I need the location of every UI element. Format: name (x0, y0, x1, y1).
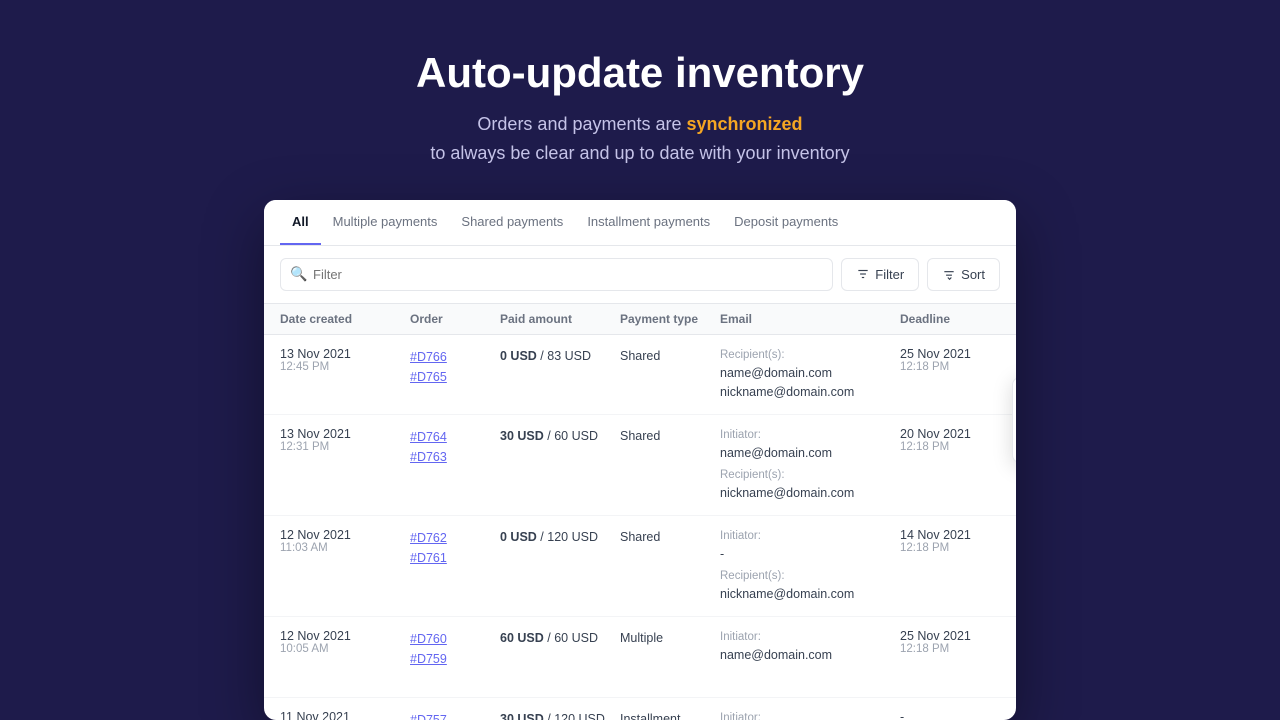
search-wrap: 🔍 (280, 258, 833, 291)
cell-order: #D757#D758 (410, 710, 500, 720)
cell-order: #D766#D765 (410, 347, 500, 387)
cell-paid: 30 USD / 120 USD (500, 710, 620, 720)
table-row: 11 Nov 202112:18 PM#D757#D75830 USD / 12… (264, 698, 1016, 720)
order-link[interactable]: #D757 (410, 710, 500, 720)
table-body: 13 Nov 202112:45 PM#D766#D7650 USD / 83 … (264, 335, 1016, 720)
order-link[interactable]: #D765 (410, 367, 500, 387)
cell-date: 13 Nov 202112:31 PM (280, 427, 410, 453)
hero-section: Auto-update inventory Orders and payment… (416, 0, 864, 200)
table-row: 13 Nov 202112:45 PM#D766#D7650 USD / 83 … (264, 335, 1016, 415)
order-link[interactable]: #D760 (410, 629, 500, 649)
tabs-bar: All Multiple payments Shared payments In… (264, 200, 1016, 246)
tab-installment[interactable]: Installment payments (575, 200, 722, 245)
cell-date: 12 Nov 202111:03 AM (280, 528, 410, 554)
hero-subtitle-part1: Orders and payments are (477, 114, 686, 134)
hero-subtitle: Orders and payments are synchronized to … (416, 110, 864, 168)
cell-deadline: 14 Nov 202112:18 PM (900, 528, 1016, 554)
tab-all[interactable]: All (280, 200, 321, 245)
sort-button[interactable]: Sort (927, 258, 1000, 291)
sort-icon (942, 267, 956, 281)
hero-subtitle-part2: to always be clear and up to date with y… (430, 143, 849, 163)
toolbar: 🔍 Filter Sort (264, 246, 1016, 304)
cell-deadline: 20 Nov 202112:18 PM (900, 427, 1016, 453)
cell-type: Shared (620, 528, 720, 547)
cell-email: Recipient(s):name@domain.comnickname@dom… (720, 347, 900, 402)
tab-shared[interactable]: Shared payments (449, 200, 575, 245)
cell-email: Initiator:-Recipient(s):nickname@domain.… (720, 528, 900, 604)
order-link[interactable]: #D759 (410, 649, 500, 669)
cell-order: #D764#D763 (410, 427, 500, 467)
cell-deadline: - (900, 710, 1016, 720)
cell-date: 11 Nov 202112:18 PM (280, 710, 410, 720)
search-icon: 🔍 (290, 266, 307, 283)
cell-email: Initiator:name@domain.comRecipient(s):ni… (720, 427, 900, 503)
cell-paid: 0 USD / 83 USD (500, 347, 620, 366)
col-date: Date created (280, 312, 410, 326)
cell-order: #D762#D761 (410, 528, 500, 568)
context-menu: ✎ Edit ✕ Cancel (1012, 377, 1016, 463)
cell-date: 12 Nov 202110:05 AM (280, 629, 410, 655)
cell-type: Shared (620, 347, 720, 366)
search-input[interactable] (280, 258, 833, 291)
cell-paid: 0 USD / 120 USD (500, 528, 620, 547)
filter-icon (856, 267, 870, 281)
cell-paid: 60 USD / 60 USD (500, 629, 620, 648)
context-cancel[interactable]: ✕ Cancel (1013, 420, 1016, 462)
cell-date: 13 Nov 202112:45 PM (280, 347, 410, 373)
cell-email: Initiator:name@domain.com (720, 710, 900, 720)
cell-type: Multiple (620, 629, 720, 648)
main-panel: All Multiple payments Shared payments In… (264, 200, 1016, 720)
tab-deposit[interactable]: Deposit payments (722, 200, 850, 245)
cell-paid: 30 USD / 60 USD (500, 427, 620, 446)
hero-subtitle-highlight: synchronized (687, 114, 803, 134)
hero-title: Auto-update inventory (416, 48, 864, 98)
col-email: Email (720, 312, 900, 326)
table-header: Date created Order Paid amount Payment t… (264, 304, 1016, 335)
order-link[interactable]: #D763 (410, 447, 500, 467)
cell-email: Initiator:name@domain.com (720, 629, 900, 665)
table-row: 12 Nov 202111:03 AM#D762#D7610 USD / 120… (264, 516, 1016, 617)
cell-type: Shared (620, 427, 720, 446)
filter-button[interactable]: Filter (841, 258, 919, 291)
cell-order: #D760#D759 (410, 629, 500, 669)
col-paid: Paid amount (500, 312, 620, 326)
cell-type: Installment (620, 710, 720, 720)
order-link[interactable]: #D762 (410, 528, 500, 548)
col-deadline: Deadline (900, 312, 1016, 326)
cell-deadline: 25 Nov 202112:18 PM (900, 347, 1016, 373)
col-order: Order (410, 312, 500, 326)
order-link[interactable]: #D761 (410, 548, 500, 568)
table-row: 12 Nov 202110:05 AM#D760#D75960 USD / 60… (264, 617, 1016, 698)
cell-deadline: 25 Nov 202112:18 PM (900, 629, 1016, 655)
context-edit[interactable]: ✎ Edit (1013, 378, 1016, 420)
table-row: 13 Nov 202112:31 PM#D764#D76330 USD / 60… (264, 415, 1016, 516)
tab-multiple[interactable]: Multiple payments (321, 200, 450, 245)
order-link[interactable]: #D764 (410, 427, 500, 447)
order-link[interactable]: #D766 (410, 347, 500, 367)
col-type: Payment type (620, 312, 720, 326)
